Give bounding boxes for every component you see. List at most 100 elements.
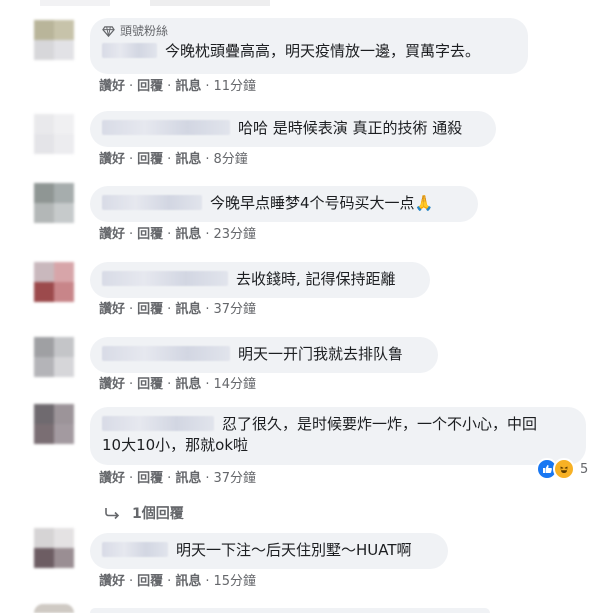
comment-text: 去收錢時, 記得保持距離: [236, 270, 396, 288]
avatar-pixel: [34, 183, 54, 203]
comment-text-line1: 忍了很久，是时候要炸一炸，一个不小心，中回: [222, 415, 538, 433]
message-link[interactable]: 訊息: [175, 152, 201, 167]
like-link[interactable]: 讚好: [99, 79, 125, 94]
timestamp[interactable]: 11分鐘: [213, 79, 256, 94]
reply-link[interactable]: 回覆: [137, 79, 163, 94]
commenter-name[interactable]: [102, 271, 228, 286]
like-link[interactable]: 讚好: [99, 227, 125, 242]
like-link[interactable]: 讚好: [99, 377, 125, 392]
timestamp[interactable]: 37分鐘: [213, 302, 256, 317]
timestamp[interactable]: 14分鐘: [213, 377, 256, 392]
separator: ·: [129, 152, 134, 167]
comment-bubble: 去收錢時, 記得保持距離: [90, 262, 430, 298]
comment-actions: 讚好 · 回覆 · 訊息 · 8分鐘: [99, 152, 248, 168]
separator: ·: [167, 574, 172, 589]
avatar-pixel: [34, 20, 54, 40]
avatar-pixel: [34, 357, 54, 377]
message-link[interactable]: 訊息: [175, 79, 201, 94]
comment-bubble: 頭號粉絲 今晚枕頭疊高高，明天疫情放一邊，買萬字去。: [90, 18, 528, 74]
avatar-pixel: [54, 424, 74, 444]
avatar-pixel: [34, 282, 54, 302]
reply-link[interactable]: 回覆: [137, 377, 163, 392]
comment-bubble: 明天一开门我就去排队鲁: [90, 337, 438, 373]
avatar-pixel: [54, 114, 74, 134]
separator: ·: [167, 377, 172, 392]
comment-text: 明天一开门我就去排队鲁: [238, 345, 404, 363]
badge-label: 頭號粉絲: [120, 24, 169, 38]
commenter-name[interactable]: [102, 416, 214, 431]
separator: ·: [167, 227, 172, 242]
timestamp[interactable]: 37分鐘: [213, 471, 256, 486]
comment-text: 今晚枕頭疊高高，明天疫情放一邊，買萬字去。: [165, 42, 481, 60]
separator: ·: [167, 79, 172, 94]
commenter-name[interactable]: [102, 120, 230, 135]
reply-link[interactable]: 回覆: [137, 152, 163, 167]
separator: ·: [129, 574, 134, 589]
avatar-pixel: [34, 262, 54, 282]
comment-actions: 讚好 · 回覆 · 訊息 · 37分鐘: [99, 302, 256, 318]
reaction-count: 5: [580, 461, 589, 477]
separator: ·: [167, 302, 172, 317]
avatar-pixel: [54, 203, 74, 223]
previous-comment-fragment: [0, 0, 600, 6]
reply-link[interactable]: 回覆: [137, 302, 163, 317]
top-fan-badge: 頭號粉絲: [102, 23, 516, 39]
separator: ·: [205, 302, 210, 317]
separator: ·: [129, 377, 134, 392]
separator: ·: [129, 471, 134, 486]
timestamp[interactable]: 8分鐘: [213, 152, 247, 167]
commenter-name[interactable]: [102, 43, 157, 58]
message-link[interactable]: 訊息: [175, 471, 201, 486]
avatar-pixel: [34, 528, 54, 548]
avatar-pixel: [54, 183, 74, 203]
comment-actions: 讚好 · 回覆 · 訊息 · 14分鐘: [99, 377, 256, 393]
reply-link[interactable]: 回覆: [137, 471, 163, 486]
avatar-pixel: [34, 40, 54, 60]
like-link[interactable]: 讚好: [99, 302, 125, 317]
avatar-pixel: [34, 337, 54, 357]
timestamp[interactable]: 15分鐘: [213, 574, 256, 589]
avatar[interactable]: [34, 262, 74, 302]
like-link[interactable]: 讚好: [99, 471, 125, 486]
message-link[interactable]: 訊息: [175, 377, 201, 392]
separator: ·: [205, 377, 210, 392]
avatar-pixel: [34, 114, 54, 134]
avatar[interactable]: [34, 404, 74, 444]
reactions[interactable]: 5: [536, 458, 588, 480]
avatar[interactable]: [34, 183, 74, 223]
comment-text: 明天一下注～后天住別墅～HUAT啊: [176, 541, 412, 559]
reply-link[interactable]: 回覆: [137, 227, 163, 242]
separator: ·: [129, 302, 134, 317]
commenter-name[interactable]: [102, 346, 230, 361]
haha-icon: [553, 458, 575, 480]
like-link[interactable]: 讚好: [99, 574, 125, 589]
timestamp[interactable]: 23分鐘: [213, 227, 256, 242]
avatar[interactable]: [34, 20, 74, 60]
commenter-name[interactable]: [102, 195, 202, 210]
comment-actions: 讚好 · 回覆 · 訊息 · 15分鐘: [99, 574, 256, 590]
avatar[interactable]: [34, 337, 74, 377]
reply-link[interactable]: 回覆: [137, 574, 163, 589]
view-replies-link[interactable]: 1個回覆: [104, 503, 184, 523]
comment-text: 哈哈 是時候表演 真正的技術 通殺: [238, 119, 463, 137]
avatar-pixel: [34, 404, 54, 424]
message-link[interactable]: 訊息: [175, 574, 201, 589]
separator: ·: [205, 227, 210, 242]
next-comment-fragment: [34, 604, 74, 613]
message-link[interactable]: 訊息: [175, 227, 201, 242]
avatar[interactable]: [34, 528, 74, 568]
comment-actions: 讚好 · 回覆 · 訊息 · 11分鐘: [99, 79, 256, 95]
avatar-pixel: [34, 134, 54, 154]
message-link[interactable]: 訊息: [175, 302, 201, 317]
commenter-name[interactable]: [102, 542, 168, 557]
next-comment-bubble-fragment: [90, 608, 490, 613]
avatar-pixel: [34, 424, 54, 444]
diamond-icon: [102, 25, 115, 37]
avatar[interactable]: [34, 114, 74, 154]
separator: ·: [205, 152, 210, 167]
comment-actions: 讚好 · 回覆 · 訊息 · 23分鐘: [99, 227, 256, 243]
like-link[interactable]: 讚好: [99, 152, 125, 167]
separator: ·: [129, 79, 134, 94]
comment-text: 今晚早点睡梦4个号码买大一点🙏: [210, 194, 434, 212]
avatar-pixel: [34, 203, 54, 223]
